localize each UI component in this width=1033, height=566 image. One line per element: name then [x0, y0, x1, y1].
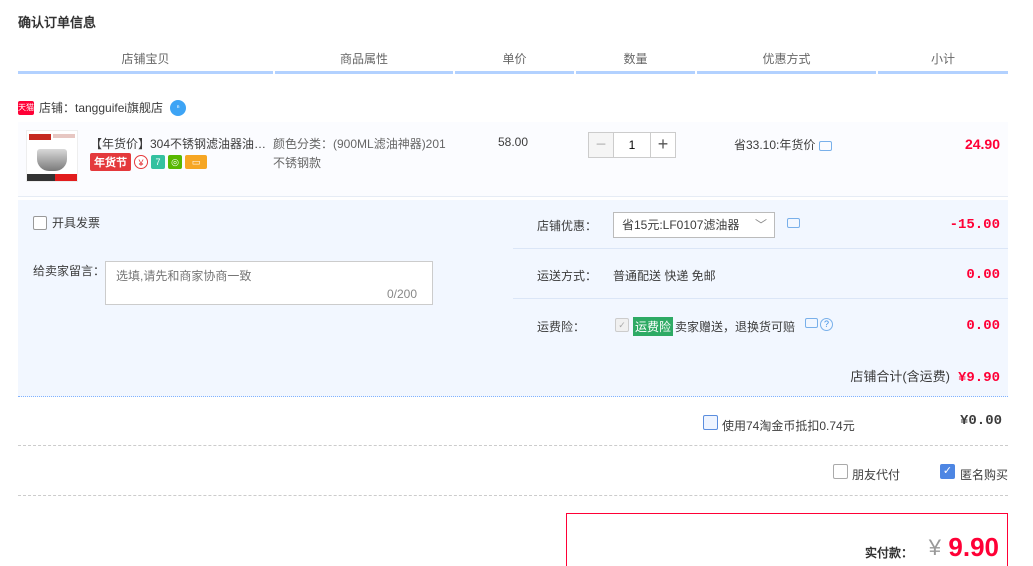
- insurance-row: 运费险： ✓ 运费险 卖家赠送，退换货可赔 ? 0.00: [513, 301, 1008, 350]
- chevron-down-icon: ﹀: [754, 218, 767, 232]
- insurance-icons: ?: [805, 318, 833, 331]
- quantity-increase-button[interactable]: +: [650, 132, 676, 158]
- header-underline: [455, 71, 574, 74]
- shop-total-label: 店铺合计(含运费): [850, 369, 950, 384]
- insurance-badge: 运费险: [633, 317, 674, 336]
- quantity-input[interactable]: [614, 132, 650, 158]
- invoice-label: 开具发票: [52, 216, 101, 230]
- product-thumbnail[interactable]: [26, 130, 78, 182]
- coin-deduction-row: 使用74淘金币抵扣0.74元 ¥0.00: [18, 398, 1008, 446]
- column-attributes: 商品属性: [339, 52, 388, 66]
- shop-total-amount: ¥9.90: [957, 370, 1000, 386]
- message-icon[interactable]: [819, 140, 833, 151]
- insurance-label: 运费险：: [537, 320, 586, 334]
- item-subtotal: 24.90: [964, 136, 1000, 152]
- shipping-amount: 0.00: [966, 267, 1000, 283]
- memo-textarea[interactable]: [105, 261, 433, 305]
- final-payment-amount: 9.90: [948, 532, 999, 562]
- unit-price: 58.00: [498, 135, 529, 149]
- column-quantity: 数量: [623, 52, 648, 66]
- insurance-checkbox: ✓: [615, 318, 629, 332]
- final-payment-box: 实付款： ¥ 9.90: [566, 513, 1008, 566]
- shop-discount-label: 店铺优惠：: [537, 219, 598, 233]
- tmall-badge: 天猫: [18, 100, 34, 115]
- coin-checkbox[interactable]: [703, 415, 718, 430]
- header-underline: [275, 71, 453, 74]
- discount-method: 省33.10:年货价: [734, 136, 833, 153]
- coin-amount: ¥0.00: [959, 413, 1002, 429]
- help-icon[interactable]: ?: [820, 318, 833, 331]
- shop-discount-select[interactable]: 省15元:LF0107滤油器 ﹀: [613, 212, 775, 238]
- friend-pay-checkbox[interactable]: [833, 464, 848, 479]
- header-underline: [576, 71, 695, 74]
- invoice-option[interactable]: 开具发票: [33, 214, 100, 231]
- shop-discount-amount: -15.00: [949, 217, 1000, 233]
- wangwang-icon[interactable]: ⁿ: [170, 99, 187, 116]
- shop-discount-row: 店铺优惠： 省15元:LF0107滤油器 ﹀ -15.00: [513, 200, 1008, 249]
- memo-char-count: 0/200: [387, 287, 418, 301]
- page-title: 确认订单信息: [18, 15, 97, 30]
- message-icon[interactable]: [805, 318, 818, 328]
- buyer-options: 开具发票 给卖家留言： 0/200: [18, 200, 510, 348]
- order-item-row: 【年货价】304不锈钢滤油器油… 年货节 ¥ 7 ◎ ▭ 颜色分类：(900ML…: [18, 122, 1008, 197]
- shop-name-link[interactable]: 店铺：tangguifei旗舰店: [39, 99, 163, 116]
- seven-day-return-icon[interactable]: 7: [151, 155, 165, 169]
- column-discount: 优惠方式: [762, 52, 811, 66]
- column-shop-item: 店铺宝贝: [121, 52, 170, 66]
- shop-line: 天猫 店铺：tangguifei旗舰店 ⁿ: [18, 99, 187, 116]
- header-underline: [697, 71, 876, 74]
- shipping-value: 普通配送 快递 免邮: [613, 269, 716, 283]
- memo-label: 给卖家留言：: [33, 264, 106, 278]
- shop-total: 店铺合计(含运费) ¥9.90: [850, 366, 1000, 386]
- product-title-link[interactable]: 【年货价】304不锈钢滤油器油…: [90, 135, 270, 152]
- shop-discount-value: 省15元:LF0107滤油器: [622, 218, 740, 232]
- yuan-icon[interactable]: ¥: [134, 155, 148, 169]
- anonymous-checkbox[interactable]: ✓: [940, 464, 955, 479]
- message-icon[interactable]: [787, 218, 800, 228]
- header-underline: [878, 71, 1008, 74]
- invoice-checkbox[interactable]: [33, 215, 47, 230]
- insurance-amount: 0.00: [966, 318, 1000, 334]
- anonymous-label: 匿名购买: [960, 468, 1009, 482]
- column-subtotal: 小计: [930, 52, 955, 66]
- order-fees: 店铺优惠： 省15元:LF0107滤油器 ﹀ -15.00 运送方式： 普通配送…: [513, 200, 1008, 348]
- currency-symbol: ¥: [928, 535, 941, 560]
- product-badges: 年货节 ¥ 7 ◎ ▭: [90, 153, 207, 171]
- product-attribute: 颜色分类：(900ML滤油神器)201不锈钢款: [273, 137, 446, 170]
- final-payment-label: 实付款：: [864, 546, 913, 560]
- card-icon[interactable]: ▭: [185, 155, 207, 169]
- coin-label: 使用74淘金币抵扣0.74元: [722, 419, 855, 433]
- friend-pay-label: 朋友代付: [852, 468, 901, 482]
- payment-options-row: 朋友代付 ✓ 匿名购买: [18, 447, 1008, 496]
- column-price: 单价: [502, 52, 527, 66]
- quantity-stepper: − +: [588, 132, 676, 158]
- shipping-label: 运送方式：: [537, 269, 598, 283]
- header-underline: [18, 71, 273, 74]
- guarantee-icon[interactable]: ◎: [168, 155, 182, 169]
- shipping-row: 运送方式： 普通配送 快递 免邮 0.00: [513, 250, 1008, 299]
- insurance-text: 卖家赠送，退换货可赔: [675, 320, 796, 334]
- discount-text: 省33.10:年货价: [734, 138, 816, 152]
- quantity-decrease-button[interactable]: −: [588, 132, 614, 158]
- column-header: 店铺宝贝 商品属性 单价 数量 优惠方式 小计: [18, 50, 1008, 74]
- order-options-panel: 开具发票 给卖家留言： 0/200 店铺优惠： 省15元:LF0107滤油器 ﹀…: [18, 200, 1008, 397]
- promo-badge: 年货节: [90, 153, 131, 171]
